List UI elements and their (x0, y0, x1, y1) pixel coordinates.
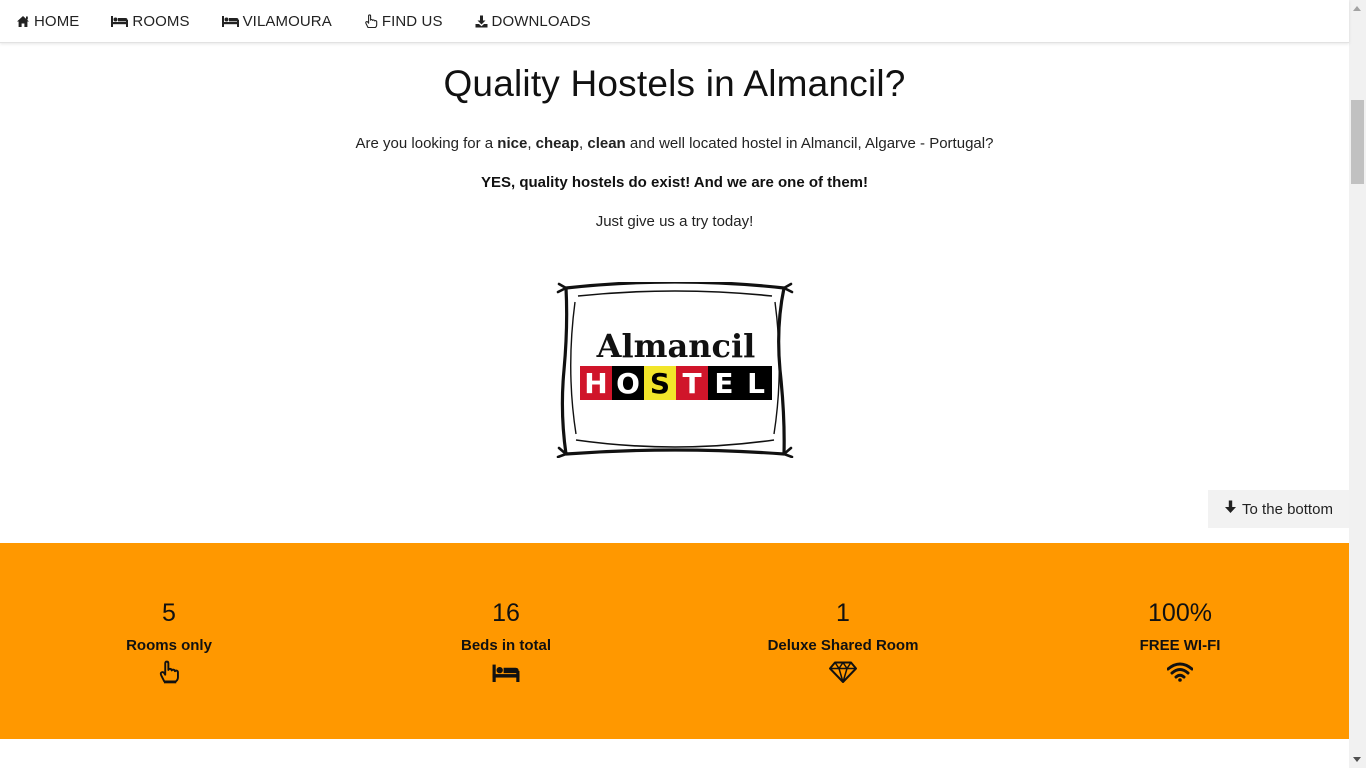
nav-item-label: ROOMS (132, 12, 190, 30)
logo-text: Almancil (596, 327, 756, 365)
intro-highlight-clean: clean (587, 135, 626, 152)
nav-item-label: FIND US (381, 12, 443, 30)
home-icon (16, 15, 30, 28)
stat-deluxe-room: 1 Deluxe Shared Room (713, 598, 973, 684)
stat-label: Rooms only (126, 637, 212, 654)
stats-band: 5 Rooms only 16 Beds in total 1 Deluxe S… (0, 543, 1349, 739)
to-the-bottom-label: To the bottom (1242, 500, 1333, 518)
wifi-icon (1050, 660, 1310, 684)
stat-rooms: 5 Rooms only (39, 598, 299, 684)
logo-letter-s: S (650, 367, 670, 400)
top-navbar: HOME ROOMS VILAMOURA FIND US DOWNLOADS (0, 0, 1349, 43)
tagline: YES, quality hostels do exist! And we ar… (480, 174, 868, 191)
download-icon (475, 15, 488, 28)
logo-letter-h: H (584, 367, 607, 400)
page-scrollbar[interactable] (1349, 0, 1366, 768)
stat-value: 100% (1148, 599, 1212, 627)
page-title: Quality Hostels in Almancil? (443, 63, 906, 104)
arrow-down-icon (1224, 500, 1237, 518)
intro-text-part: and well located hostel in Almancil, Alg… (625, 135, 994, 152)
intro-highlight-nice: nice (497, 135, 528, 152)
intro-text: Are you looking for a nice, cheap, clean… (0, 135, 1349, 152)
scroll-up-arrow[interactable] (1353, 6, 1361, 11)
stat-value: 1 (836, 599, 850, 627)
intro-separator: , (527, 135, 536, 152)
nav-item-label: DOWNLOADS (491, 12, 591, 30)
logo-letter-l: L (747, 367, 765, 400)
bed-icon (111, 15, 129, 27)
stat-beds: 16 Beds in total (376, 598, 636, 684)
cta-text: Just give us a try today! (595, 213, 754, 230)
scroll-down-arrow[interactable] (1353, 757, 1361, 762)
hand-pointer-icon (39, 660, 299, 684)
bed-icon (221, 15, 239, 27)
intro-highlight-cheap: cheap (535, 135, 580, 152)
bed-icon (376, 660, 636, 684)
logo-letter-t: T (682, 367, 701, 400)
logo-letters: H O S T E L (580, 366, 772, 400)
stat-value: 5 (162, 599, 176, 627)
stat-label: FREE WI-FI (1139, 637, 1221, 654)
page: HOME ROOMS VILAMOURA FIND US DOWNLOADS Q… (0, 0, 1366, 768)
nav-item-rooms[interactable]: ROOMS (111, 13, 189, 30)
intro-text-part: Are you looking for a (355, 135, 498, 152)
nav-item-label: HOME (34, 12, 80, 30)
logo-letter-e: E (714, 367, 733, 400)
nav-item-downloads[interactable]: DOWNLOADS (475, 13, 591, 30)
stat-value: 16 (492, 599, 520, 627)
nav-item-find-us[interactable]: FIND US (364, 13, 443, 30)
stat-wifi: 100% FREE WI-FI (1050, 598, 1310, 684)
main-content: Quality Hostels in Almancil? Are you loo… (0, 43, 1349, 230)
stat-label: Deluxe Shared Room (767, 637, 919, 654)
scroll-thumb[interactable] (1351, 100, 1364, 184)
nav-item-vilamoura[interactable]: VILAMOURA (221, 12, 332, 30)
to-the-bottom-button[interactable]: To the bottom (1208, 490, 1349, 528)
hostel-logo: Almancil H O S T E L (556, 280, 794, 459)
diamond-icon (713, 660, 973, 684)
nav-item-label: VILAMOURA (242, 12, 332, 30)
logo-letter-o: O (616, 367, 640, 400)
stat-label: Beds in total (460, 637, 551, 654)
nav-item-home[interactable]: HOME (16, 13, 79, 30)
hand-pointer-icon (364, 13, 378, 29)
